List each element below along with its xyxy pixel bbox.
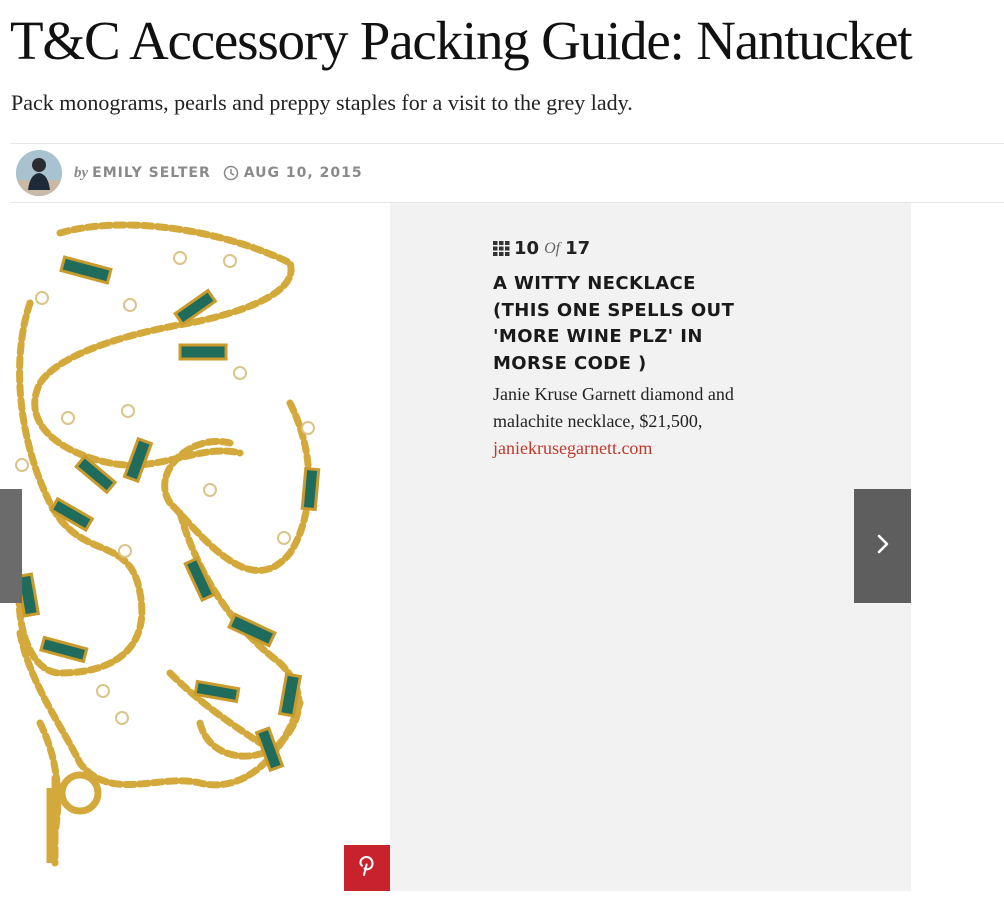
pin-it-button[interactable] bbox=[344, 845, 390, 891]
byline: by EMILY SELTER AUG 10, 2015 bbox=[74, 163, 363, 183]
chevron-right-icon bbox=[876, 533, 890, 560]
divider bbox=[10, 143, 1004, 144]
author-avatar[interactable] bbox=[16, 150, 62, 196]
slideshow: 10 Of 17 A WITTY NECKLACE (THIS ONE SPEL… bbox=[0, 203, 911, 891]
pinterest-icon bbox=[358, 855, 376, 882]
clock-icon bbox=[223, 165, 239, 181]
article-subtitle: Pack monograms, pearls and preppy staple… bbox=[11, 90, 633, 115]
next-slide-button[interactable] bbox=[854, 489, 911, 603]
slide-of-label: Of bbox=[544, 239, 561, 257]
publish-date: AUG 10, 2015 bbox=[243, 165, 363, 181]
slide-image-necklace bbox=[0, 203, 390, 891]
caption-text: Janie Kruse Garnett diamond and malachit… bbox=[493, 384, 734, 431]
slide-caption: Janie Kruse Garnett diamond and malachit… bbox=[493, 381, 773, 462]
slide-title: A WITTY NECKLACE (THIS ONE SPELLS OUT 'M… bbox=[493, 273, 735, 374]
author-name[interactable]: EMILY SELTER bbox=[92, 165, 211, 181]
article-title: T&C Accessory Packing Guide: Nantucket bbox=[10, 10, 913, 71]
slide-current-number: 10 bbox=[514, 238, 540, 259]
grid-icon[interactable] bbox=[493, 241, 510, 256]
slide-total-number: 17 bbox=[565, 238, 591, 259]
slide-details-panel: 10 Of 17 A WITTY NECKLACE (THIS ONE SPEL… bbox=[390, 203, 911, 891]
retailer-link[interactable]: janiekrusegarnett.com bbox=[493, 438, 652, 458]
slide-counter[interactable]: 10 Of 17 bbox=[493, 238, 590, 259]
byline-prefix: by bbox=[74, 164, 89, 181]
previous-slide-button[interactable] bbox=[0, 489, 22, 603]
